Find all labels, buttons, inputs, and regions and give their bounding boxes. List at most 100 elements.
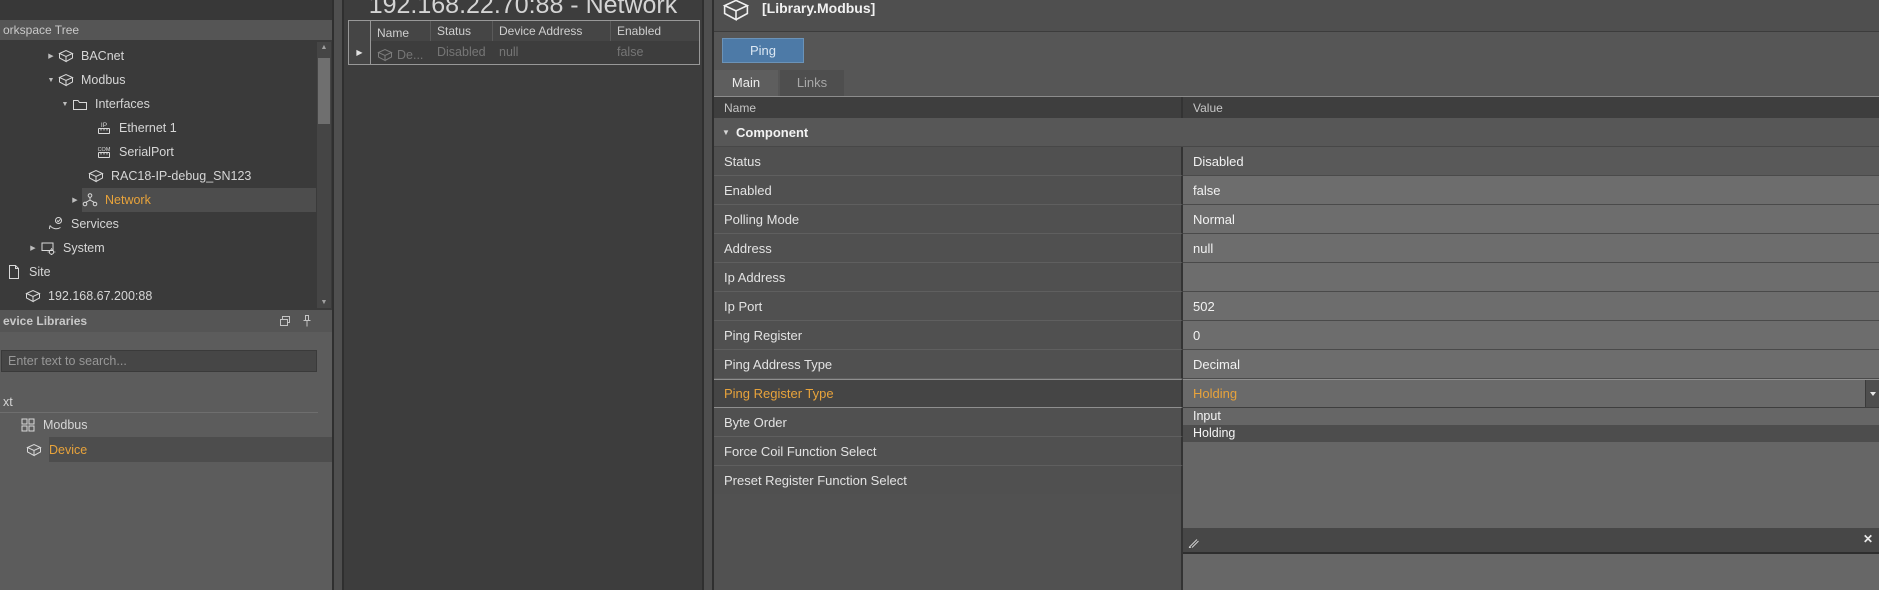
- dock-window-icon[interactable]: [278, 314, 292, 328]
- property-value[interactable]: null: [1183, 234, 1879, 263]
- property-row-enabled[interactable]: Enabled false: [714, 176, 1879, 205]
- property-name: Ping Register: [714, 321, 1183, 350]
- tree-item-services[interactable]: Services: [0, 212, 316, 236]
- tree-scrollbar[interactable]: ▲ ▼: [317, 42, 331, 308]
- property-row-ping-register[interactable]: Ping Register 0: [714, 321, 1879, 350]
- chevron-right-icon[interactable]: ▶: [26, 244, 40, 252]
- property-inspector-panel: [Library.Modbus] Ping Main Links Name Va…: [714, 0, 1879, 590]
- tree-item-bacnet[interactable]: ▶ BACnet: [0, 44, 316, 68]
- right-splitter[interactable]: [702, 0, 714, 590]
- group-row-component[interactable]: ▼ Component: [714, 118, 1879, 147]
- property-name: Ip Address: [714, 263, 1183, 292]
- tree-item-interfaces[interactable]: ▼ Interfaces: [0, 92, 316, 116]
- tree-item-modbus[interactable]: ▼ Modbus: [0, 68, 316, 92]
- inspector-header: [Library.Modbus]: [714, 0, 1879, 32]
- tree-item-label: Site: [29, 265, 51, 279]
- inspector-title: [Library.Modbus]: [762, 0, 875, 16]
- property-value[interactable]: 0: [1183, 321, 1879, 350]
- svg-text:IP: IP: [101, 122, 107, 129]
- folder-icon: [72, 96, 88, 112]
- services-icon: [48, 216, 64, 232]
- scroll-down-icon[interactable]: ▼: [317, 297, 331, 308]
- property-row-status[interactable]: Status Disabled: [714, 147, 1879, 176]
- column-header-status[interactable]: Status: [431, 21, 493, 41]
- property-value[interactable]: false: [1183, 176, 1879, 205]
- tree-item-site[interactable]: Site: [0, 260, 316, 284]
- property-row-ping-address-type[interactable]: Ping Address Type Decimal: [714, 350, 1879, 379]
- property-row-address[interactable]: Address null: [714, 234, 1879, 263]
- left-splitter[interactable]: [332, 0, 344, 590]
- tree-item-label: Network: [105, 193, 151, 207]
- editor-value: Holding: [1193, 386, 1237, 401]
- pin-icon[interactable]: [300, 314, 314, 328]
- property-name: Ping Register Type: [714, 379, 1183, 408]
- cell-name: De...: [397, 48, 423, 62]
- property-name: Status: [714, 147, 1183, 176]
- indicator-column-header: [349, 21, 371, 41]
- tree-item-label: Interfaces: [95, 97, 150, 111]
- chevron-right-icon[interactable]: ▶: [44, 52, 58, 60]
- device-cube-icon: [88, 168, 104, 184]
- network-icon: [82, 192, 98, 208]
- tab-links[interactable]: Links: [780, 70, 844, 96]
- scrollbar-thumb[interactable]: [318, 58, 330, 124]
- property-value[interactable]: Normal: [1183, 205, 1879, 234]
- library-item-modbus[interactable]: Modbus: [0, 412, 332, 437]
- tree-item-system[interactable]: ▶ System: [0, 236, 316, 260]
- property-value[interactable]: Disabled: [1183, 147, 1879, 176]
- tab-main[interactable]: Main: [714, 70, 778, 96]
- grid-header-value[interactable]: Value: [1183, 97, 1879, 118]
- chevron-right-icon[interactable]: ▶: [68, 196, 82, 204]
- tree-item-device-address-192-168-67-200[interactable]: 192.168.67.200:88: [0, 284, 316, 308]
- chevron-down-icon: [1870, 392, 1876, 396]
- workspace-tree-panel: orkspace Tree ▶ BACnet ▼ Modbus: [0, 20, 332, 310]
- library-column-header[interactable]: xt: [0, 392, 318, 413]
- tree-item-label: Ethernet 1: [119, 121, 177, 135]
- tree-item-rac18-ip-debug[interactable]: RAC18-IP-debug_SN123: [0, 164, 316, 188]
- property-value[interactable]: 502: [1183, 292, 1879, 321]
- chevron-down-icon[interactable]: ▼: [58, 101, 72, 108]
- grid-header-name[interactable]: Name: [714, 97, 1183, 118]
- column-header-name[interactable]: Name: [371, 21, 431, 41]
- column-header-device-address[interactable]: Device Address: [493, 21, 611, 41]
- library-search-input[interactable]: [1, 350, 317, 372]
- property-name: Enabled: [714, 176, 1183, 205]
- property-name: Force Coil Function Select: [714, 437, 1183, 466]
- dropdown-button[interactable]: [1865, 380, 1879, 407]
- pencil-icon: [1187, 535, 1201, 549]
- dropdown-option-holding[interactable]: Holding: [1183, 425, 1879, 442]
- dropdown-option-input[interactable]: Input: [1183, 408, 1879, 425]
- chevron-down-icon[interactable]: ▼: [44, 77, 58, 84]
- left-toolbar-strip: [0, 0, 332, 21]
- inspector-tabs: Main Links: [714, 70, 844, 96]
- property-value[interactable]: Decimal: [1183, 350, 1879, 379]
- property-row-ping-register-type[interactable]: Ping Register Type Holding: [714, 379, 1879, 408]
- scroll-up-icon[interactable]: ▲: [317, 42, 331, 53]
- chevron-down-icon[interactable]: ▼: [722, 128, 736, 137]
- property-value[interactable]: [1183, 263, 1879, 292]
- property-row-ip-port[interactable]: Ip Port 502: [714, 292, 1879, 321]
- workspace-tree: ▶ BACnet ▼ Modbus ▼ Interfac: [0, 40, 332, 310]
- ip-port-icon: IP: [96, 120, 112, 136]
- property-row-polling-mode[interactable]: Polling Mode Normal: [714, 205, 1879, 234]
- device-cube-icon: [26, 442, 42, 458]
- property-value-editor[interactable]: Holding: [1183, 379, 1879, 408]
- property-row-ip-address[interactable]: Ip Address: [714, 263, 1879, 292]
- ping-button[interactable]: Ping: [722, 38, 804, 63]
- device-cube-icon: [58, 48, 74, 64]
- table-row[interactable]: ▶ De... Disabled null false: [349, 41, 699, 64]
- column-header-enabled[interactable]: Enabled: [611, 21, 699, 41]
- value-column-filler: [1183, 441, 1879, 528]
- close-icon[interactable]: ✕: [1863, 532, 1873, 546]
- cell-device-address: null: [493, 41, 611, 64]
- property-name: Preset Register Function Select: [714, 466, 1183, 495]
- tree-item-serialport[interactable]: COM SerialPort: [0, 140, 316, 164]
- tree-item-ethernet-1[interactable]: IP Ethernet 1: [0, 116, 316, 140]
- tree-item-network[interactable]: ▶ Network: [0, 188, 316, 212]
- tree-item-label: Modbus: [81, 73, 125, 87]
- device-libraries-panel: evice Libraries xt Modbus Device: [0, 310, 332, 590]
- row-expander[interactable]: ▶: [349, 41, 371, 64]
- dropdown-popup: Input Holding: [1183, 407, 1879, 442]
- library-item-device[interactable]: Device: [0, 437, 332, 462]
- row-pointer-icon: ▶: [356, 48, 362, 57]
